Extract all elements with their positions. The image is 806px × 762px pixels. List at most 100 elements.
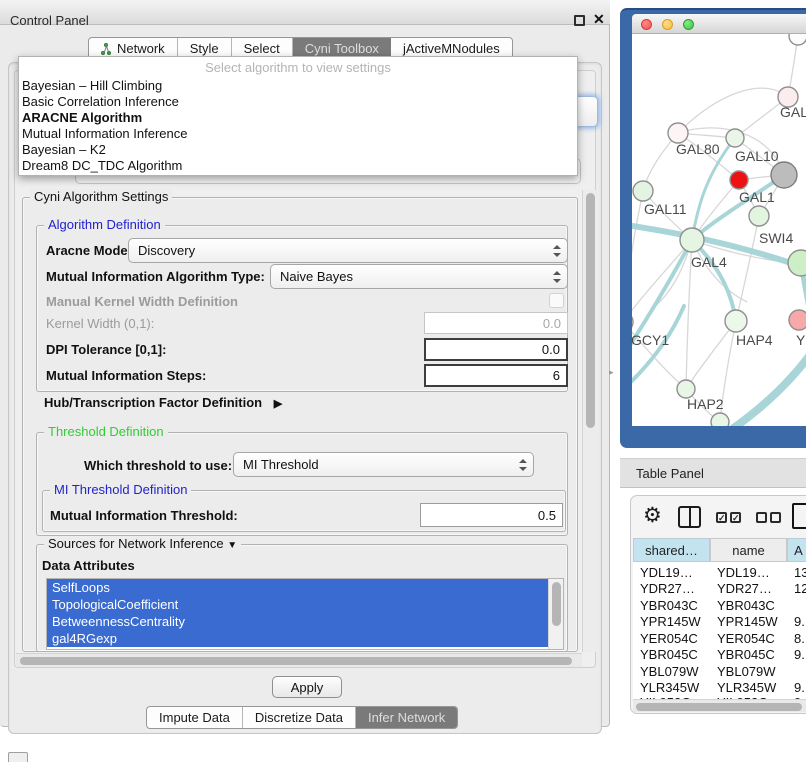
deselect-all-checkbox-icon[interactable] [756, 512, 767, 523]
table-cell[interactable] [787, 597, 806, 614]
network-icon [101, 43, 112, 55]
dropdown-item[interactable]: Bayesian – K2 [19, 142, 577, 158]
table-cell[interactable]: YDL19… [710, 564, 787, 581]
float-panel-icon[interactable] [574, 15, 585, 26]
threshold-definition-title: Threshold Definition [44, 424, 168, 439]
list-item[interactable]: SelfLoops [47, 579, 548, 596]
which-threshold-select[interactable]: MI Threshold [233, 452, 534, 477]
node-top-partial [789, 34, 806, 45]
mi-steps-field[interactable]: 6 [424, 364, 568, 387]
select-all-checkbox-icon[interactable]: ✓ [716, 512, 727, 523]
node-label: GAL4 [691, 254, 727, 270]
mi-threshold-label: Mutual Information Threshold: [50, 508, 238, 523]
close-icon[interactable]: ✕ [593, 11, 605, 28]
table-cell[interactable]: YBR045C [633, 646, 710, 663]
dpi-tolerance-label: DPI Tolerance [0,1]: [46, 342, 166, 357]
hub-definition-toggle[interactable]: Hub/Transcription Factor Definition ▶ [44, 395, 282, 410]
table-cell[interactable]: YDR27… [710, 580, 787, 597]
stepper-arrows-icon [553, 271, 560, 283]
node-label: GAL11 [644, 201, 687, 217]
table-cell[interactable]: YBL079W [633, 663, 710, 680]
sources-title: Sources for Network Inference [48, 536, 224, 551]
mac-zoom-button[interactable] [683, 19, 694, 30]
node-label: SWI4 [759, 230, 793, 246]
node-y-partial [789, 310, 806, 330]
mi-algorithm-type-select[interactable]: Naive Bayes [270, 264, 568, 289]
table-horizontal-scrollbar[interactable] [633, 699, 806, 712]
dropdown-item-selected[interactable]: ARACNE Algorithm [19, 110, 577, 126]
table-cell[interactable]: 13 [787, 564, 806, 581]
settings-vertical-scrollbar[interactable] [582, 190, 597, 652]
tab-impute-data[interactable]: Impute Data [147, 707, 243, 728]
aracne-mode-select[interactable]: Discovery [128, 238, 568, 263]
node-gray-hub [771, 162, 797, 188]
settings-group-title: Cyni Algorithm Settings [30, 189, 172, 204]
select-all-checkbox-icon[interactable]: ✓ [730, 512, 741, 523]
kernel-width-field[interactable]: 0.0 [424, 312, 568, 334]
column-header-shared[interactable]: shared… [633, 538, 710, 562]
table-cell[interactable]: YBL079W [710, 663, 787, 680]
mac-minimize-button[interactable] [662, 19, 673, 30]
table-cell[interactable]: 9. [787, 613, 806, 630]
list-item[interactable]: gal4RGexp [47, 630, 548, 647]
node-label: GAL80 [676, 141, 720, 157]
table-cell[interactable]: YER054C [710, 630, 787, 647]
manual-kernel-checkbox[interactable] [549, 293, 564, 308]
node-swi4 [788, 250, 806, 276]
tab-jactivemnodules-label: jActiveMNodules [403, 41, 500, 56]
table-cell[interactable]: YBR045C [710, 646, 787, 663]
tab-cyni-toolbox-label: Cyni Toolbox [305, 41, 379, 56]
mi-type-label: Mutual Information Algorithm Type: [46, 269, 265, 284]
function-builder-icon[interactable] [792, 503, 806, 529]
apply-button[interactable]: Apply [272, 676, 342, 698]
deselect-all-checkbox-icon[interactable] [770, 512, 781, 523]
hub-definition-label: Hub/Transcription Factor Definition [44, 395, 262, 410]
column-layout-icon[interactable] [678, 506, 701, 528]
table-cell[interactable]: YBR043C [633, 597, 710, 614]
mi-threshold-field[interactable]: 0.5 [420, 503, 563, 527]
dropdown-item[interactable]: Basic Correlation Inference [19, 94, 577, 110]
table-cell[interactable]: YDR27… [633, 580, 710, 597]
table-cell[interactable]: YBR043C [710, 597, 787, 614]
table-cell[interactable]: 8. [787, 630, 806, 647]
table-cell[interactable]: 12 [787, 580, 806, 597]
aracne-mode-value: Discovery [138, 243, 195, 258]
manual-kernel-label: Manual Kernel Width Definition [46, 294, 238, 309]
table-panel-title: Table Panel [636, 466, 704, 481]
tab-infer-network[interactable]: Infer Network [356, 707, 457, 728]
dpi-tolerance-field[interactable]: 0.0 [424, 338, 568, 361]
list-item[interactable]: TopologicalCoefficient [47, 596, 548, 613]
table-cell[interactable]: YDL19… [633, 564, 710, 581]
node-label: GAL10 [735, 148, 779, 164]
stepper-arrows-icon [519, 459, 526, 471]
collapsed-panel-icon[interactable] [8, 752, 28, 762]
node-gal11 [633, 181, 653, 201]
node-gal80 [668, 123, 688, 143]
dropdown-item[interactable]: Mutual Information Inference [19, 126, 577, 142]
dropdown-item[interactable]: Bayesian – Hill Climbing [19, 78, 577, 94]
table-cell[interactable]: YPR145W [633, 613, 710, 630]
tab-impute-data-label: Impute Data [159, 710, 230, 725]
node-gal1-red [730, 171, 748, 189]
column-header-name[interactable]: name [710, 538, 787, 562]
data-attributes-list: SelfLoops TopologicalCoefficient Between… [46, 578, 564, 650]
tab-discretize-data[interactable]: Discretize Data [243, 707, 356, 728]
settings-horizontal-scrollbar[interactable] [16, 653, 582, 667]
mac-close-button[interactable] [641, 19, 652, 30]
node-label: GAL [780, 104, 806, 120]
dropdown-item[interactable]: Dream8 DC_TDC Algorithm [19, 158, 577, 174]
gear-icon[interactable]: ⚙ [643, 504, 662, 528]
table-cell[interactable]: 9. [787, 646, 806, 663]
table-cell[interactable]: YER054C [633, 630, 710, 647]
sources-toggle[interactable]: Sources for Network Inference ▼ [44, 536, 241, 551]
table-cell[interactable] [787, 663, 806, 680]
tab-discretize-data-label: Discretize Data [255, 710, 343, 725]
mi-type-value: Naive Bayes [280, 269, 353, 284]
node-label: Y [796, 332, 805, 348]
list-scrollbar[interactable] [548, 579, 563, 649]
list-item[interactable]: BetweennessCentrality [47, 613, 548, 630]
panel-splitter-handle[interactable]: ▸ [609, 367, 614, 378]
column-header-partial[interactable]: A [787, 538, 806, 562]
table-cell[interactable]: YPR145W [710, 613, 787, 630]
node-hap4 [725, 310, 747, 332]
